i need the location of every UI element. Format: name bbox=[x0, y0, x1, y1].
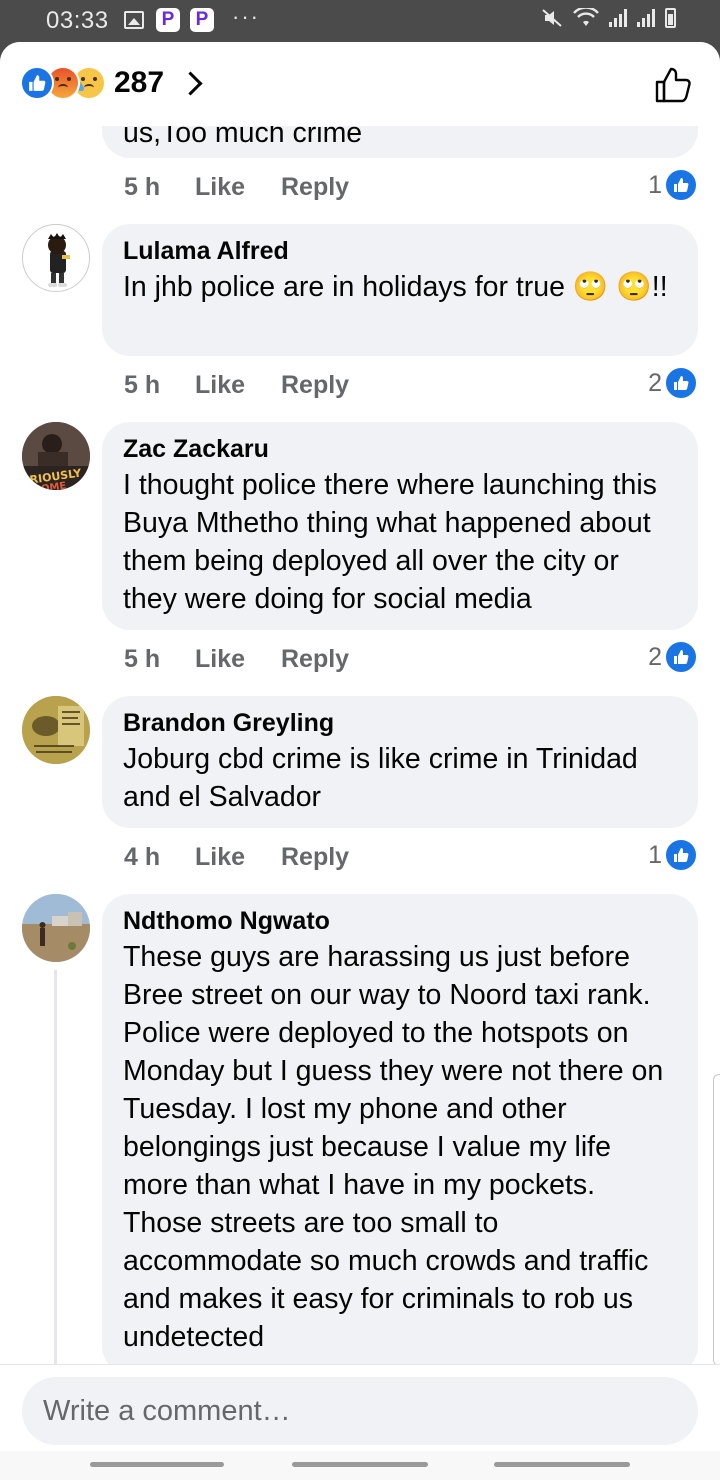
signal-icon bbox=[609, 9, 627, 27]
comment-text: Joburg cbd crime is like crime in Trinid… bbox=[123, 743, 638, 813]
comment-input[interactable]: Write a comment… bbox=[22, 1377, 698, 1445]
nav-recents-button[interactable] bbox=[494, 1462, 630, 1467]
reply-button[interactable]: Reply bbox=[281, 371, 349, 400]
like-badge-icon bbox=[664, 640, 698, 674]
avatar[interactable] bbox=[22, 224, 90, 292]
reaction-total[interactable]: 287 bbox=[114, 66, 164, 100]
comment-actions: 5 h Like Reply 2 bbox=[124, 366, 698, 406]
like-badge-icon bbox=[664, 838, 698, 872]
reply-button[interactable]: Reply bbox=[281, 645, 349, 674]
commenter-name[interactable]: Lulama Alfred bbox=[123, 234, 678, 268]
comment-time: 5 h bbox=[124, 371, 161, 399]
gallery-icon bbox=[124, 11, 144, 29]
reaction-count[interactable]: 2 bbox=[648, 369, 662, 398]
commenter-name[interactable]: Ndthomo Ngwato bbox=[123, 904, 678, 938]
mute-icon bbox=[542, 9, 562, 27]
wifi-icon bbox=[573, 8, 599, 26]
comment-bubble[interactable]: Zac Zackaru I thought police there where… bbox=[102, 422, 698, 630]
comment-time: 4 h bbox=[124, 843, 161, 871]
comment-text: I thought police there where launching t… bbox=[123, 469, 657, 615]
like-badge-icon bbox=[664, 168, 698, 202]
commenter-name[interactable]: Brandon Greyling bbox=[123, 706, 678, 740]
thumbs-up-icon[interactable] bbox=[654, 66, 692, 109]
comment-text: These guys are harassing us just before … bbox=[123, 941, 664, 1353]
pocket-p-icon: P bbox=[156, 8, 180, 32]
comments-sheet: us,Too much crime 5 h Like Reply 1 Lulam… bbox=[0, 42, 720, 1480]
reactions-header: 287 bbox=[0, 42, 720, 126]
comment-bubble[interactable]: Brandon Greyling Joburg cbd crime is lik… bbox=[102, 696, 698, 828]
comment-actions: 5 h Like Reply 2 bbox=[124, 640, 698, 680]
reaction-count[interactable]: 2 bbox=[648, 643, 662, 672]
comment-time: 5 h bbox=[124, 173, 161, 201]
reaction-count[interactable]: 1 bbox=[648, 841, 662, 870]
status-time: 03:33 bbox=[46, 7, 109, 34]
reaction-summary[interactable]: 287 bbox=[20, 66, 203, 100]
like-badge-icon bbox=[664, 366, 698, 400]
like-button[interactable]: Like bbox=[195, 173, 245, 202]
like-button[interactable]: Like bbox=[195, 371, 245, 400]
avatar[interactable]: RIOUSLY SOME bbox=[22, 422, 90, 490]
nav-home-button[interactable] bbox=[292, 1462, 428, 1467]
status-bar: 03:33 P P ··· bbox=[0, 0, 720, 42]
reply-button[interactable]: Reply bbox=[281, 843, 349, 872]
comment-bubble[interactable]: Lulama Alfred In jhb police are in holid… bbox=[102, 224, 698, 356]
like-reaction-icon bbox=[20, 66, 54, 100]
comment-composer: Write a comment… bbox=[0, 1364, 720, 1480]
reply-button[interactable]: Reply bbox=[281, 173, 349, 202]
reaction-count[interactable]: 1 bbox=[648, 171, 662, 200]
battery-icon bbox=[665, 8, 676, 28]
pocket-p-icon: P bbox=[190, 8, 214, 32]
avatar[interactable] bbox=[22, 894, 90, 962]
comment-bubble[interactable]: Ndthomo Ngwato These guys are harassing … bbox=[102, 894, 698, 1374]
nav-back-button[interactable] bbox=[90, 1462, 224, 1467]
comment-text: In jhb police are in holidays for true 🙄… bbox=[123, 271, 668, 303]
like-button[interactable]: Like bbox=[195, 843, 245, 872]
scroll-indicator[interactable] bbox=[713, 1074, 720, 1366]
like-button[interactable]: Like bbox=[195, 645, 245, 674]
commenter-name[interactable]: Zac Zackaru bbox=[123, 432, 678, 466]
system-nav-bar bbox=[0, 1451, 720, 1480]
comment-actions: 5 h Like Reply 1 bbox=[124, 168, 698, 208]
avatar[interactable] bbox=[22, 696, 90, 764]
thread-line bbox=[54, 970, 57, 1370]
signal-icon bbox=[637, 9, 655, 27]
comment-time: 5 h bbox=[124, 645, 161, 673]
comment-actions: 4 h Like Reply 1 bbox=[124, 838, 698, 878]
chevron-right-icon[interactable] bbox=[178, 70, 203, 96]
more-dots-icon: ··· bbox=[232, 4, 260, 29]
